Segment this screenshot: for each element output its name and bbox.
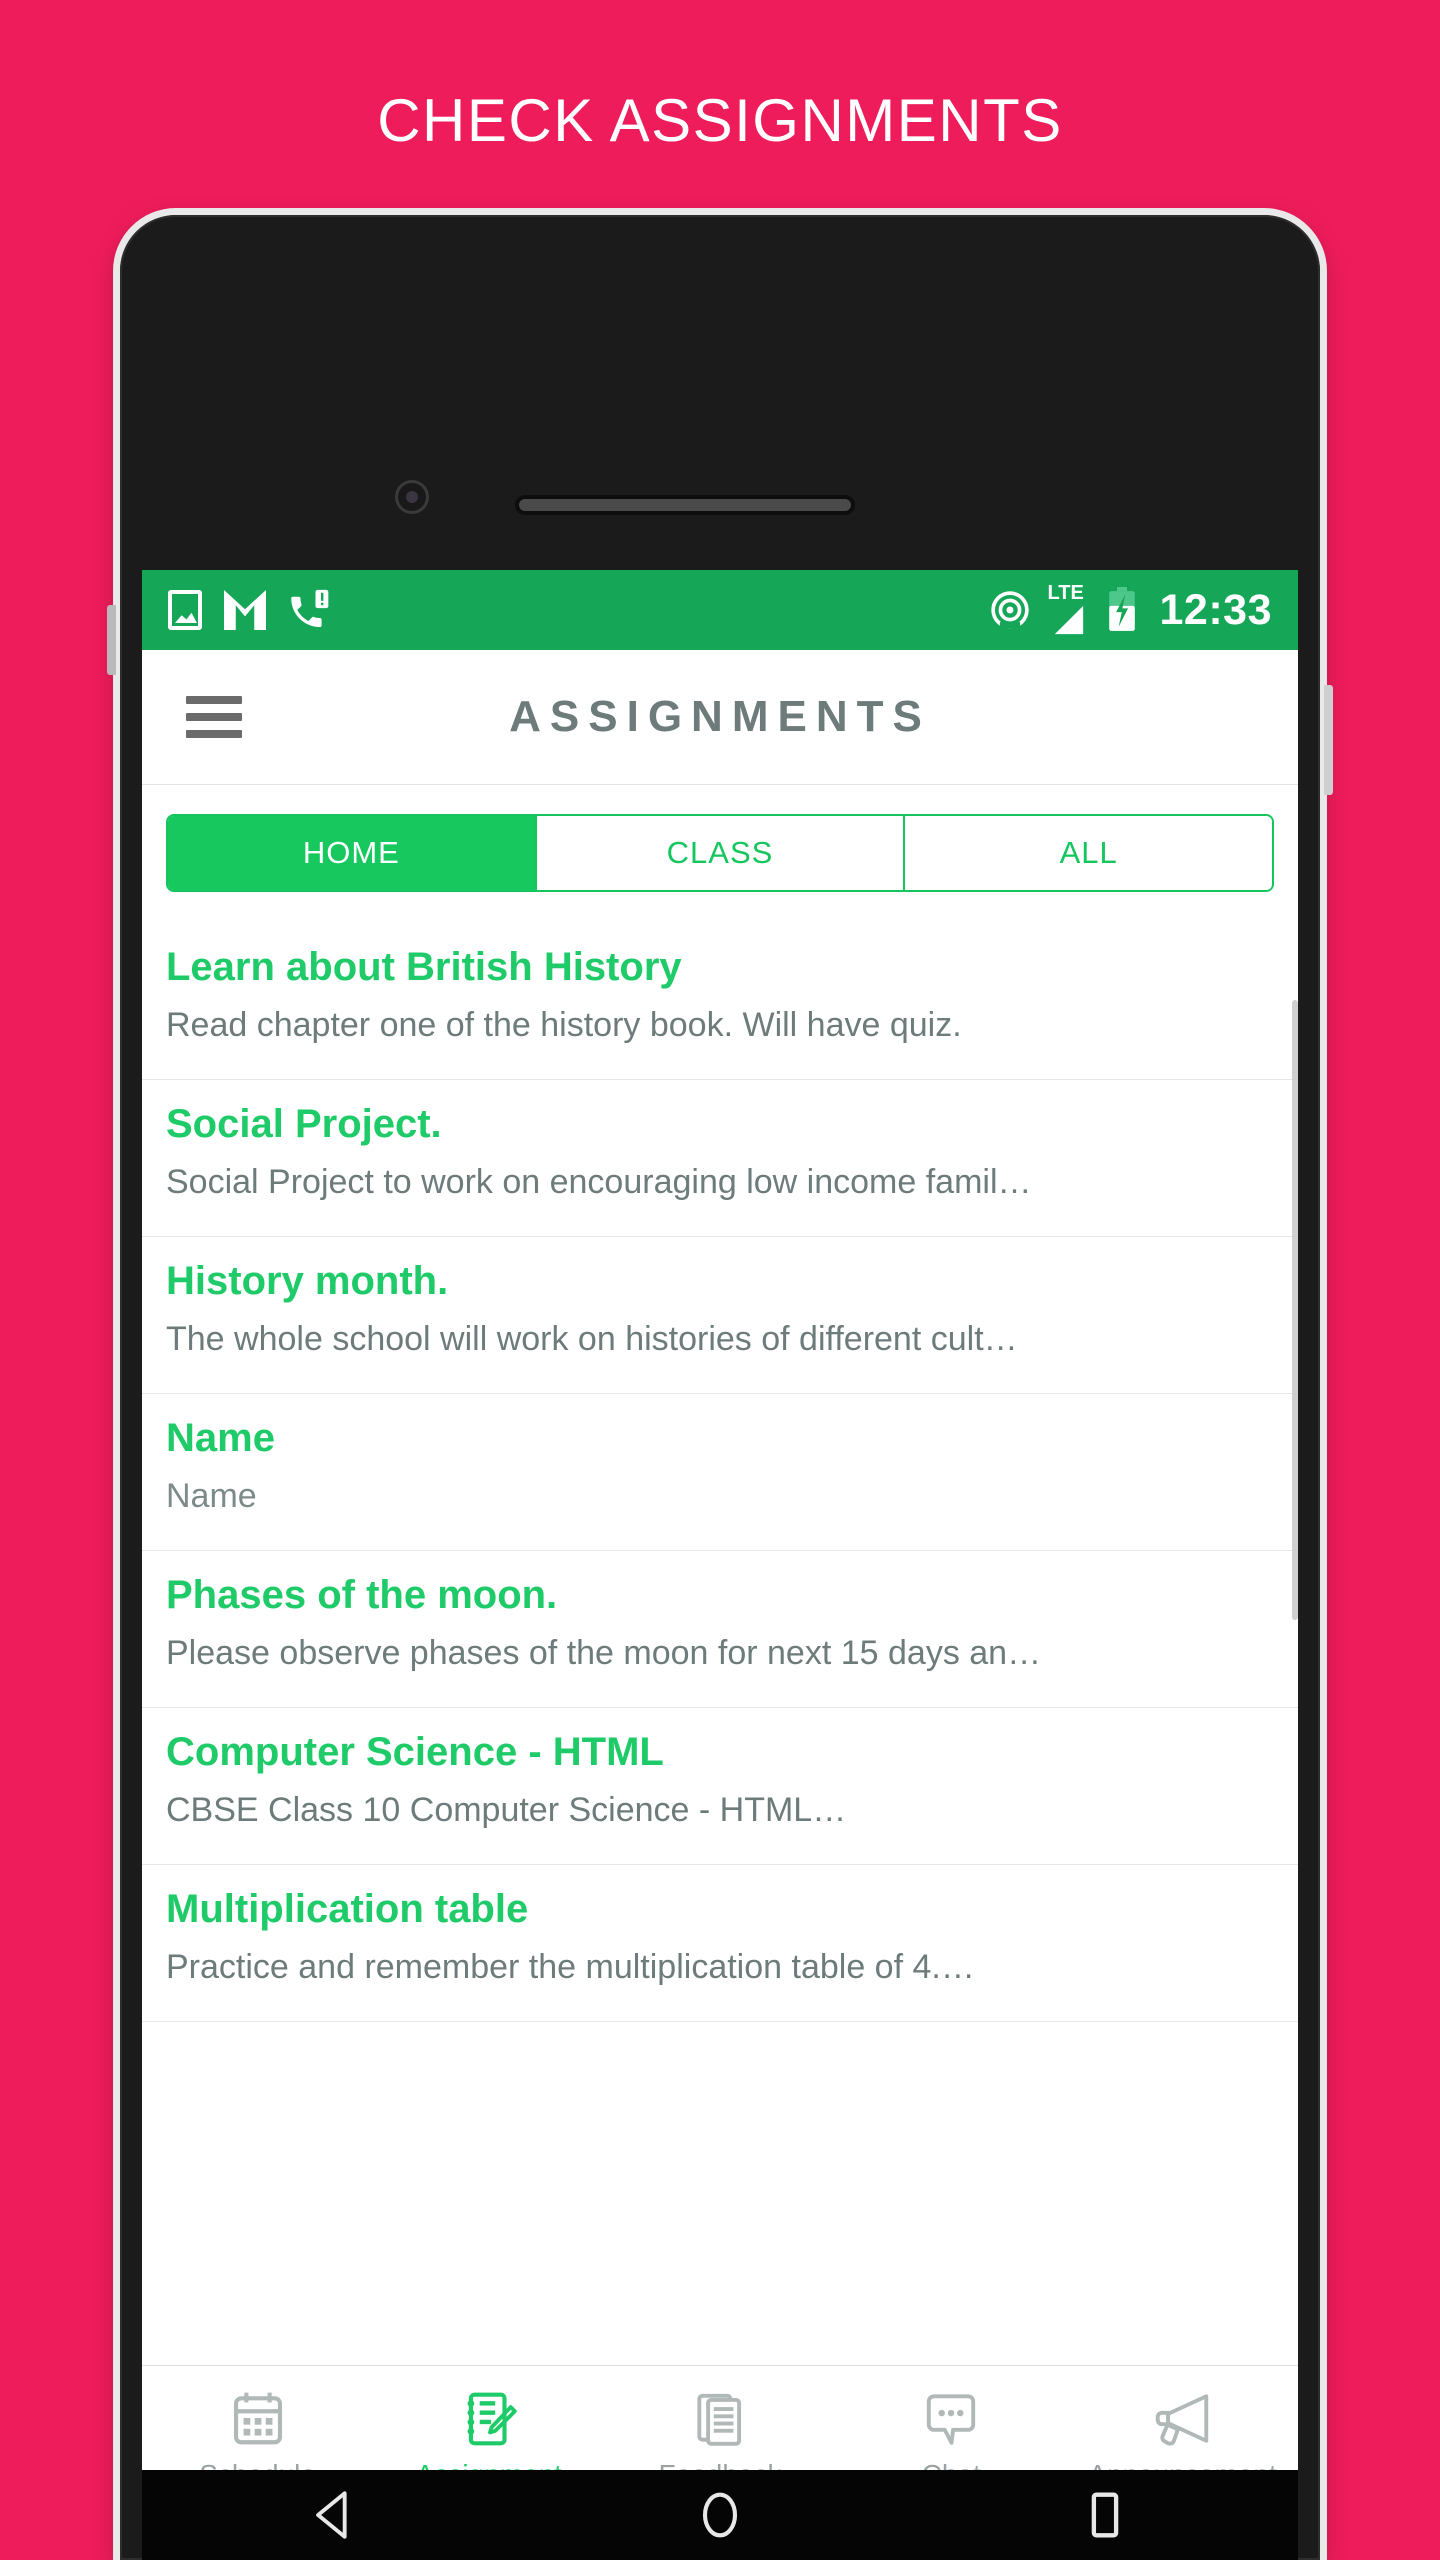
list-item[interactable]: Computer Science - HTML CBSE Class 10 Co… [142, 1708, 1298, 1865]
assignment-title: History month. [166, 1259, 449, 1303]
documents-icon [689, 2385, 751, 2453]
assignment-subtitle: Social Project to work on encouraging lo… [166, 1163, 1032, 1201]
assignment-title: Multiplication table [166, 1887, 529, 1931]
segmented-tabs-container: HOME CLASS ALL [142, 785, 1298, 923]
battery-charging-icon [1108, 587, 1135, 631]
back-triangle-icon[interactable] [306, 2486, 364, 2544]
list-item[interactable]: Social Project. Social Project to work o… [142, 1080, 1298, 1237]
assignment-title: Social Project. [166, 1102, 442, 1146]
assignment-title: Phases of the moon. [166, 1573, 558, 1617]
segmented-control: HOME CLASS ALL [166, 814, 1274, 892]
list-item[interactable]: History month. The whole school will wor… [142, 1237, 1298, 1394]
signal-bars-icon [1054, 605, 1083, 635]
power-button[interactable] [1324, 685, 1333, 795]
hotspot-icon [990, 591, 1029, 629]
promo-headline: CHECK ASSIGNMENTS [377, 87, 1063, 154]
assignment-subtitle: Read chapter one of the history book. Wi… [166, 1006, 962, 1044]
calendar-icon [227, 2385, 289, 2453]
status-bar-right-icons: LTE 12:33 [988, 583, 1272, 637]
list-item[interactable]: Learn about British History Read chapter… [142, 923, 1298, 1080]
missed-call-icon [288, 588, 332, 632]
list-item[interactable]: Name Name [142, 1394, 1298, 1551]
lte-label: LTE [1047, 582, 1084, 604]
recents-square-icon[interactable] [1076, 2486, 1134, 2544]
promo-screenshot: CHECK ASSIGNMENTS LTE 12:33 ASSIGNMENTS … [0, 0, 1440, 2560]
lte-signal-icon: LTE [1048, 583, 1090, 637]
status-bar-left-icons [168, 588, 332, 632]
assignment-subtitle: Please observe phases of the moon for ne… [166, 1634, 1042, 1672]
status-bar-clock: 12:33 [1159, 585, 1272, 634]
assignment-subtitle: CBSE Class 10 Computer Science - HTML… [166, 1791, 847, 1829]
earpiece-speaker [515, 495, 855, 515]
phone-device-frame: LTE 12:33 ASSIGNMENTS HOME CLASS ALL Lea… [107, 215, 1333, 2560]
front-camera [395, 480, 429, 514]
tab-all[interactable]: ALL [905, 816, 1272, 890]
assignment-title: Computer Science - HTML [166, 1730, 664, 1774]
image-icon [168, 590, 202, 630]
assignment-title: Name [166, 1416, 275, 1460]
tab-class[interactable]: CLASS [536, 816, 906, 890]
status-bar: LTE 12:33 [142, 570, 1298, 650]
home-circle-icon[interactable] [691, 2486, 749, 2544]
volume-button[interactable] [107, 605, 116, 675]
android-navigation-bar [142, 2470, 1298, 2560]
assignment-list: Learn about British History Read chapter… [142, 923, 1298, 2022]
list-item[interactable]: Phases of the moon. Please observe phase… [142, 1551, 1298, 1708]
megaphone-icon [1151, 2385, 1213, 2453]
assignment-title: Learn about British History [166, 945, 682, 989]
list-item[interactable]: Multiplication table Practice and rememb… [142, 1865, 1298, 2022]
hamburger-menu-icon[interactable] [186, 687, 242, 747]
notepad-pencil-icon [458, 2385, 520, 2453]
app-bar: ASSIGNMENTS [142, 650, 1298, 785]
speech-bubble-icon [920, 2385, 982, 2453]
phone-screen: LTE 12:33 ASSIGNMENTS HOME CLASS ALL Lea… [142, 570, 1298, 2510]
assignment-subtitle: Practice and remember the multiplication… [166, 1948, 975, 1986]
page-title: ASSIGNMENTS [509, 692, 931, 741]
tab-home[interactable]: HOME [168, 816, 537, 890]
scrollbar-thumb[interactable] [1292, 1000, 1298, 1620]
assignment-subtitle: Name [166, 1477, 257, 1515]
assignment-subtitle: The whole school will work on histories … [166, 1320, 1018, 1358]
gmail-icon [224, 590, 266, 630]
